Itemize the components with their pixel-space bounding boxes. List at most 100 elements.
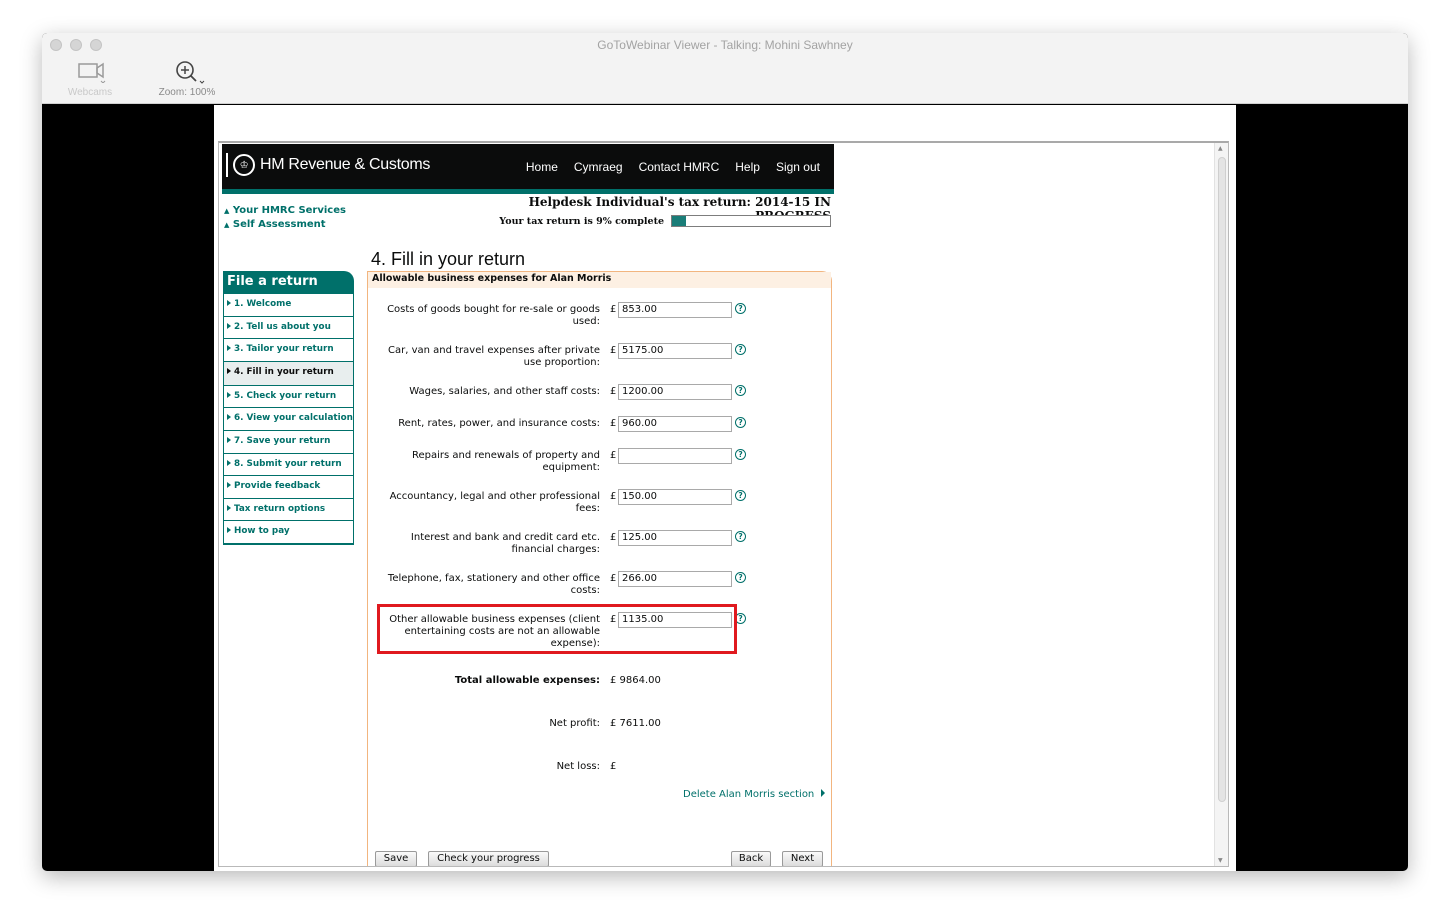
hmrc-logo[interactable]: ♔ HM Revenue & Customs [226, 153, 430, 177]
sidebar-item-calculation[interactable]: 6. View your calculation [224, 408, 353, 431]
sidebar-item-save[interactable]: 7. Save your return [224, 431, 353, 454]
currency-symbol: £ [610, 418, 617, 429]
field-label: Telephone, fax, stationery and other off… [387, 573, 600, 596]
sidebar-heading: File a return [223, 271, 354, 294]
help-icon[interactable]: ? [735, 385, 746, 396]
nav-help-link[interactable]: Help [735, 160, 760, 174]
scroll-up-icon[interactable]: ▲ [1218, 145, 1223, 152]
sidebar-item-check[interactable]: 5. Check your return [224, 386, 353, 409]
sidebar-item-tell-us[interactable]: 2. Tell us about you [224, 317, 353, 340]
currency-symbol: £ [610, 491, 617, 502]
help-icon[interactable]: ? [735, 531, 746, 542]
field-label: Accountancy, legal and other professiona… [389, 491, 600, 514]
arrow-right-icon [227, 322, 231, 329]
currency-symbol: £ [610, 345, 617, 356]
currency-symbol: £ [610, 450, 617, 461]
zoom-level-label: Zoom: 100% [158, 87, 216, 98]
help-icon[interactable]: ? [735, 572, 746, 583]
webcam-icon [78, 62, 106, 84]
total-value: £ 9864.00 [610, 675, 661, 686]
save-button[interactable]: Save [375, 851, 417, 866]
page-title: 4. Fill in your return [371, 249, 526, 269]
help-icon[interactable]: ? [735, 490, 746, 501]
arrow-right-icon [227, 414, 231, 421]
check-progress-button[interactable]: Check your progress [428, 851, 549, 866]
top-navigation: Home Cymraeg Contact HMRC Help Sign out [526, 160, 820, 174]
currency-symbol: £ [610, 386, 617, 397]
zoom-button[interactable]: Zoom: 100% [152, 59, 222, 98]
help-icon[interactable]: ? [735, 303, 746, 314]
webcams-label: Webcams [67, 87, 113, 98]
total-value: £ 7611.00 [610, 718, 661, 729]
field-label: Rent, rates, power, and insurance costs: [398, 418, 600, 429]
arrow-right-icon [227, 504, 231, 511]
sidebar-item-welcome[interactable]: 1. Welcome [224, 294, 353, 317]
help-icon[interactable]: ? [735, 417, 746, 428]
expense-input[interactable]: 1200.00 [618, 384, 732, 400]
expense-input[interactable]: 150.00 [618, 489, 732, 505]
arrow-right-icon [227, 527, 231, 534]
sidebar-item-fill-in[interactable]: 4. Fill in your return [224, 361, 353, 386]
field-label: Costs of goods bought for re-sale or goo… [387, 304, 600, 327]
currency-symbol: £ [610, 304, 617, 315]
arrow-right-icon [227, 391, 231, 398]
total-label: Total allowable expenses: [454, 675, 600, 686]
expense-input[interactable] [618, 448, 732, 464]
self-assessment-link[interactable]: ▲ Self Assessment [224, 219, 326, 230]
sidebar-item-how-to-pay[interactable]: How to pay [224, 521, 353, 544]
arrow-right-icon [227, 300, 231, 306]
field-label: Interest and bank and credit card etc. f… [410, 532, 600, 555]
next-button[interactable]: Next [782, 851, 823, 866]
arrow-right-icon [227, 482, 231, 489]
title-bar: GoToWebinar Viewer - Talking: Mohini Saw… [42, 33, 1408, 104]
expense-input[interactable]: 5175.00 [618, 343, 732, 359]
section-heading: Allowable business expenses for Alan Mor… [368, 272, 831, 288]
field-label: Wages, salaries, and other staff costs: [409, 386, 600, 397]
sidebar-item-feedback[interactable]: Provide feedback [224, 476, 353, 499]
help-icon[interactable]: ? [735, 344, 746, 355]
caret-up-icon: ▲ [224, 221, 230, 229]
nav-cymraeg-link[interactable]: Cymraeg [574, 160, 623, 174]
expense-input[interactable]: 266.00 [618, 571, 732, 587]
expense-input[interactable]: 960.00 [618, 416, 732, 432]
delete-section-link[interactable]: Delete Alan Morris section [683, 789, 826, 800]
nav-home-link[interactable]: Home [526, 160, 558, 174]
sidebar-item-options[interactable]: Tax return options [224, 499, 353, 522]
scrollbar-thumb[interactable] [1218, 157, 1226, 802]
nav-sign-out-link[interactable]: Sign out [776, 160, 820, 174]
crown-crest-icon: ♔ [233, 154, 255, 176]
sidebar-item-tailor[interactable]: 3. Tailor your return [224, 339, 353, 362]
window-title: GoToWebinar Viewer - Talking: Mohini Saw… [597, 38, 853, 52]
expense-input[interactable]: 125.00 [618, 530, 732, 546]
nav-contact-link[interactable]: Contact HMRC [639, 160, 720, 174]
arrow-right-icon [227, 345, 231, 352]
caret-up-icon: ▲ [224, 207, 230, 215]
progress-bar [671, 215, 831, 227]
total-label: Net profit: [549, 718, 600, 729]
app-window: GoToWebinar Viewer - Talking: Mohini Saw… [42, 33, 1408, 871]
back-button[interactable]: Back [731, 851, 771, 866]
currency-symbol: £ [610, 573, 617, 584]
webcams-button[interactable]: Webcams [62, 59, 118, 98]
sidebar-item-submit[interactable]: 8. Submit your return [224, 454, 353, 477]
arrow-right-icon [227, 459, 231, 466]
scroll-down-icon[interactable]: ▼ [1218, 857, 1223, 864]
help-icon[interactable]: ? [735, 449, 746, 460]
field-label: Repairs and renewals of property and equ… [411, 450, 600, 473]
hmrc-logo-text: HM Revenue & Customs [260, 156, 431, 173]
progress-text: Your tax return is 9% complete [499, 216, 664, 227]
annotation-highlight-box [377, 604, 737, 654]
your-hmrc-services-link[interactable]: ▲ Your HMRC Services [224, 205, 346, 216]
currency-symbol: £ [610, 532, 617, 543]
browser-frame: ♔ HM Revenue & Customs Home Cymraeg Cont… [218, 141, 1229, 867]
total-label: Net loss: [556, 761, 600, 772]
progress-bar-fill [672, 216, 687, 226]
arrow-right-icon [821, 789, 826, 797]
total-value: £ [610, 761, 617, 772]
zoom-in-icon [176, 61, 205, 84]
expense-input[interactable]: 853.00 [618, 302, 732, 318]
sidebar-menu: 1. Welcome 2. Tell us about you 3. Tailo… [223, 294, 354, 545]
arrow-right-icon [227, 367, 231, 374]
vertical-scrollbar[interactable]: ▲ ▼ [1214, 143, 1228, 866]
field-label: Car, van and travel expenses after priva… [388, 345, 600, 368]
